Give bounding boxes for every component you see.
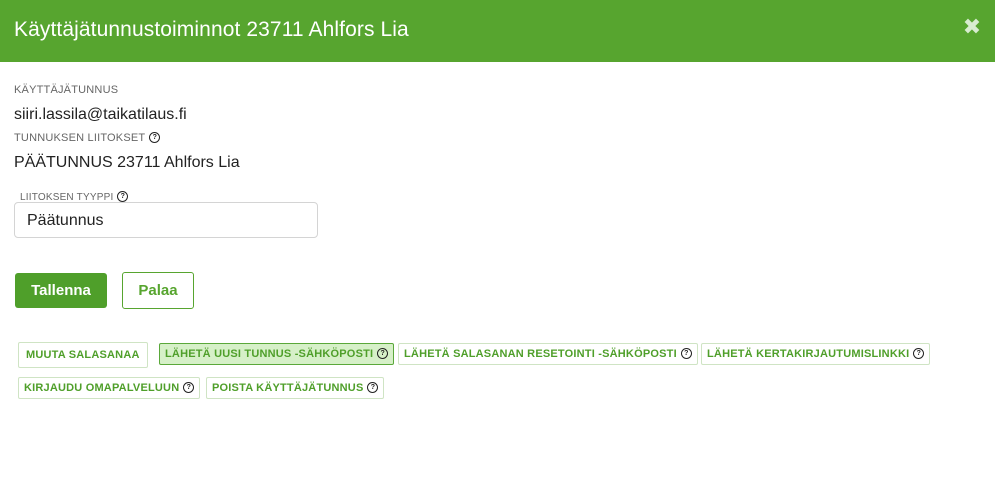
links-value: PÄÄTUNNUS 23711 Ahlfors Lia: [14, 154, 240, 171]
username-value: siiri.lassila@taikatilaus.fi: [14, 106, 187, 123]
dialog-header: Käyttäjätunnustoiminnot 23711 Ahlfors Li…: [0, 0, 995, 62]
links-label: TUNNUKSEN LIITOKSET?: [14, 131, 161, 144]
help-icon[interactable]: ?: [680, 347, 692, 359]
help-icon[interactable]: ?: [183, 381, 195, 393]
save-button[interactable]: Tallenna: [15, 273, 107, 308]
help-icon[interactable]: ?: [117, 191, 129, 202]
username-label: KÄYTTÄJÄTUNNUS: [14, 84, 119, 96]
send-one-time-login-link-button[interactable]: LÄHETÄ KERTAKIRJAUTUMISLINKKI?: [701, 343, 931, 365]
back-button[interactable]: Palaa: [122, 272, 194, 309]
help-icon[interactable]: ?: [367, 381, 379, 393]
action-label: MUUTA SALASANAA: [26, 349, 140, 361]
action-label: LÄHETÄ KERTAKIRJAUTUMISLINKKI: [707, 348, 910, 360]
action-label: POISTA KÄYTTÄJÄTUNNUS: [212, 382, 364, 394]
action-label: LÄHETÄ SALASANAN RESETOINTI -SÄHKÖPOSTI: [404, 348, 677, 360]
help-icon[interactable]: ?: [913, 347, 925, 359]
help-icon[interactable]: ?: [149, 131, 161, 143]
send-new-username-email-button[interactable]: LÄHETÄ UUSI TUNNUS -SÄHKÖPOSTI?: [159, 343, 395, 365]
delete-username-button[interactable]: POISTA KÄYTTÄJÄTUNNUS?: [206, 377, 385, 399]
login-self-service-button[interactable]: KIRJAUDU OMAPALVELUUN?: [18, 377, 201, 399]
send-password-reset-email-button[interactable]: LÄHETÄ SALASANAN RESETOINTI -SÄHKÖPOSTI?: [398, 343, 698, 365]
action-label: KIRJAUDU OMAPALVELUUN: [24, 382, 180, 394]
close-icon[interactable]: ✖: [962, 16, 982, 38]
help-icon[interactable]: ?: [377, 347, 389, 359]
links-label-text: TUNNUKSEN LIITOKSET: [14, 132, 146, 144]
change-password-button[interactable]: MUUTA SALASANAA: [18, 342, 148, 368]
link-type-value: Päätunnus: [27, 212, 104, 229]
dialog-title: Käyttäjätunnustoiminnot 23711 Ahlfors Li…: [14, 18, 409, 41]
link-type-select[interactable]: Päätunnus: [14, 202, 318, 238]
action-label: LÄHETÄ UUSI TUNNUS -SÄHKÖPOSTI: [165, 348, 374, 360]
